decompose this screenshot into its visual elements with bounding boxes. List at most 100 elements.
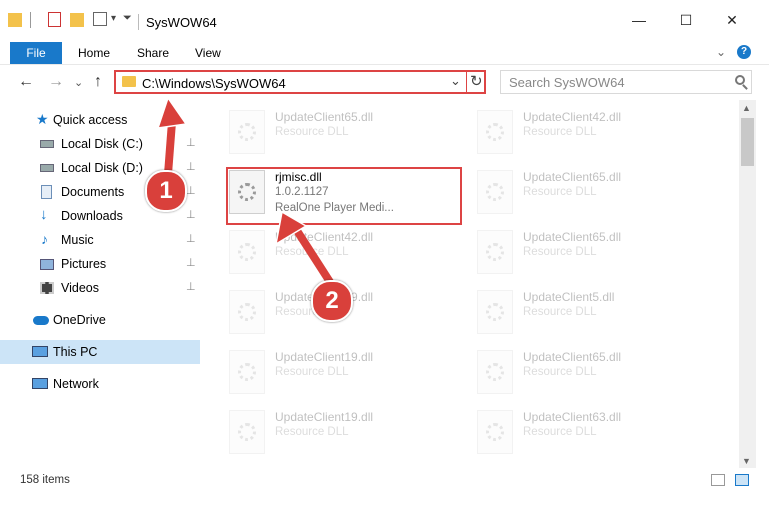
checklist-icon[interactable] bbox=[48, 12, 61, 27]
dll-file-icon bbox=[477, 230, 513, 274]
search-input[interactable]: Search SysWOW64 bbox=[500, 70, 752, 94]
file-tab[interactable]: File bbox=[10, 42, 62, 64]
pin-icon[interactable]: ⊥ bbox=[186, 208, 196, 221]
tab-share[interactable]: Share bbox=[137, 46, 169, 60]
address-separator bbox=[466, 72, 467, 92]
file-item[interactable]: UpdateClient65.dll Resource DLL bbox=[473, 222, 713, 280]
gear-icon bbox=[486, 243, 504, 261]
sidebar-item-network[interactable]: Network bbox=[0, 372, 200, 396]
gear-icon bbox=[486, 363, 504, 381]
sidebar-item-label: Quick access bbox=[53, 113, 128, 127]
minimize-button[interactable]: — bbox=[624, 10, 654, 30]
properties-icon[interactable] bbox=[30, 12, 31, 28]
close-button[interactable]: ✕ bbox=[717, 10, 747, 30]
pin-icon[interactable]: ⊥ bbox=[186, 160, 196, 173]
scroll-up-icon[interactable]: ▲ bbox=[742, 103, 751, 113]
quick-access-dropdown-icon[interactable]: ⏷ bbox=[123, 12, 132, 30]
address-path[interactable]: C:\Windows\SysWOW64 bbox=[142, 76, 286, 91]
sidebar-item-onedrive[interactable]: OneDrive bbox=[0, 308, 200, 332]
file-item[interactable]: UpdateClient5.dll Resource DLL bbox=[473, 282, 713, 340]
address-bar[interactable]: C:\Windows\SysWOW64 ⌄ ↻ bbox=[114, 70, 486, 94]
gear-icon bbox=[486, 123, 504, 141]
sidebar-item-label: This PC bbox=[53, 345, 98, 359]
gear-icon bbox=[486, 423, 504, 441]
sidebar-item-videos[interactable]: Videos ⊥ bbox=[0, 276, 200, 300]
large-icons-view-icon[interactable] bbox=[735, 474, 749, 486]
gear-icon bbox=[238, 243, 256, 261]
up-button[interactable]: ↑ bbox=[94, 73, 102, 91]
pin-icon[interactable]: ⊥ bbox=[186, 232, 196, 245]
file-name: UpdateClient19.dll bbox=[275, 410, 374, 424]
sidebar-item-label: Local Disk (D:) bbox=[61, 161, 143, 175]
scroll-down-icon[interactable]: ▼ bbox=[742, 456, 751, 466]
file-list: UpdateClient65.dll Resource DLL UpdateCl… bbox=[205, 100, 739, 464]
file-item[interactable]: UpdateClient63.dll Resource DLL bbox=[473, 402, 713, 460]
file-item[interactable]: UpdateClient42.dll Resource DLL bbox=[473, 102, 713, 160]
pin-icon[interactable]: ⊥ bbox=[186, 184, 196, 197]
file-item[interactable]: UpdateClient19.dll Resource DLL bbox=[225, 402, 465, 460]
videos-icon bbox=[40, 282, 54, 294]
recent-locations-icon[interactable]: ⌄ bbox=[74, 76, 83, 89]
tab-home[interactable]: Home bbox=[78, 46, 110, 60]
vertical-scrollbar[interactable]: ▲ ▼ bbox=[739, 100, 756, 468]
file-item[interactable]: UpdateClient65.dll Resource DLL bbox=[473, 342, 713, 400]
address-dropdown-icon[interactable]: ⌄ bbox=[450, 73, 461, 89]
sidebar-item-local-disk-c[interactable]: Local Disk (C:) ⊥ bbox=[0, 132, 200, 156]
customize-toolbar-chevron-icon[interactable]: ▾ bbox=[111, 13, 116, 31]
expand-ribbon-icon[interactable]: ⌄ bbox=[716, 45, 726, 59]
sidebar-item-quick-access[interactable]: ★ Quick access bbox=[0, 108, 200, 132]
file-type: Resource DLL bbox=[523, 426, 597, 438]
file-type: Resource DLL bbox=[523, 306, 597, 318]
dll-file-icon bbox=[477, 110, 513, 154]
file-name: UpdateClient65.dll bbox=[523, 170, 622, 184]
file-name: UpdateClient19.dll bbox=[275, 350, 374, 364]
sidebar-item-label: Documents bbox=[61, 185, 125, 199]
network-icon bbox=[32, 378, 48, 389]
back-button[interactable]: ← bbox=[18, 73, 34, 91]
file-name: UpdateClient5.dll bbox=[523, 290, 615, 304]
callout-badge-1: 1 bbox=[145, 170, 187, 212]
file-name: UpdateClient65.dll bbox=[523, 230, 622, 244]
file-type: Resource DLL bbox=[275, 366, 349, 378]
new-folder-icon[interactable] bbox=[70, 13, 84, 27]
ribbon bbox=[0, 40, 769, 64]
dll-file-icon bbox=[229, 110, 265, 154]
file-item[interactable]: UpdateClient19.dll Resource DLL bbox=[225, 342, 465, 400]
sidebar-item-label: Network bbox=[53, 377, 99, 391]
folder-icon bbox=[8, 13, 22, 27]
search-placeholder[interactable]: Search SysWOW64 bbox=[509, 75, 625, 90]
tab-view[interactable]: View bbox=[195, 46, 221, 60]
view-options-icon[interactable] bbox=[93, 12, 107, 26]
maximize-button[interactable]: ☐ bbox=[671, 10, 701, 30]
sidebar-item-this-pc[interactable]: This PC bbox=[0, 340, 200, 364]
pin-icon[interactable]: ⊥ bbox=[186, 256, 196, 269]
file-type: Resource DLL bbox=[275, 426, 349, 438]
sidebar-item-label: Videos bbox=[61, 281, 99, 295]
details-view-icon[interactable] bbox=[711, 474, 725, 486]
folder-icon bbox=[122, 76, 136, 87]
drive-icon bbox=[40, 164, 54, 172]
status-bar: 158 items bbox=[0, 468, 769, 492]
search-icon[interactable] bbox=[735, 75, 745, 85]
gear-icon bbox=[238, 423, 256, 441]
pin-icon[interactable]: ⊥ bbox=[186, 280, 196, 293]
sidebar-item-pictures[interactable]: Pictures ⊥ bbox=[0, 252, 200, 276]
pin-icon[interactable]: ⊥ bbox=[186, 136, 196, 149]
file-name: UpdateClient65.dll bbox=[523, 350, 622, 364]
refresh-button[interactable]: ↻ bbox=[470, 72, 483, 90]
pictures-icon bbox=[40, 259, 54, 270]
download-icon: ↓ bbox=[40, 206, 48, 223]
star-icon: ★ bbox=[36, 111, 49, 127]
navigation-pane: ★ Quick access Local Disk (C:) ⊥ Local D… bbox=[0, 100, 200, 464]
file-name: UpdateClient42.dll bbox=[523, 110, 622, 124]
forward-button[interactable]: → bbox=[48, 73, 64, 91]
scrollbar-thumb[interactable] bbox=[741, 118, 754, 166]
file-type: Resource DLL bbox=[523, 186, 597, 198]
dll-file-icon bbox=[229, 290, 265, 334]
help-icon[interactable]: ? bbox=[737, 45, 751, 59]
dll-file-icon bbox=[477, 410, 513, 454]
file-item[interactable]: UpdateClient65.dll Resource DLL bbox=[225, 102, 465, 160]
sidebar-item-music[interactable]: ♪ Music ⊥ bbox=[0, 228, 200, 252]
file-item[interactable]: UpdateClient42.dll Resource DLL bbox=[225, 222, 465, 280]
file-item[interactable]: UpdateClient65.dll Resource DLL bbox=[473, 162, 713, 220]
